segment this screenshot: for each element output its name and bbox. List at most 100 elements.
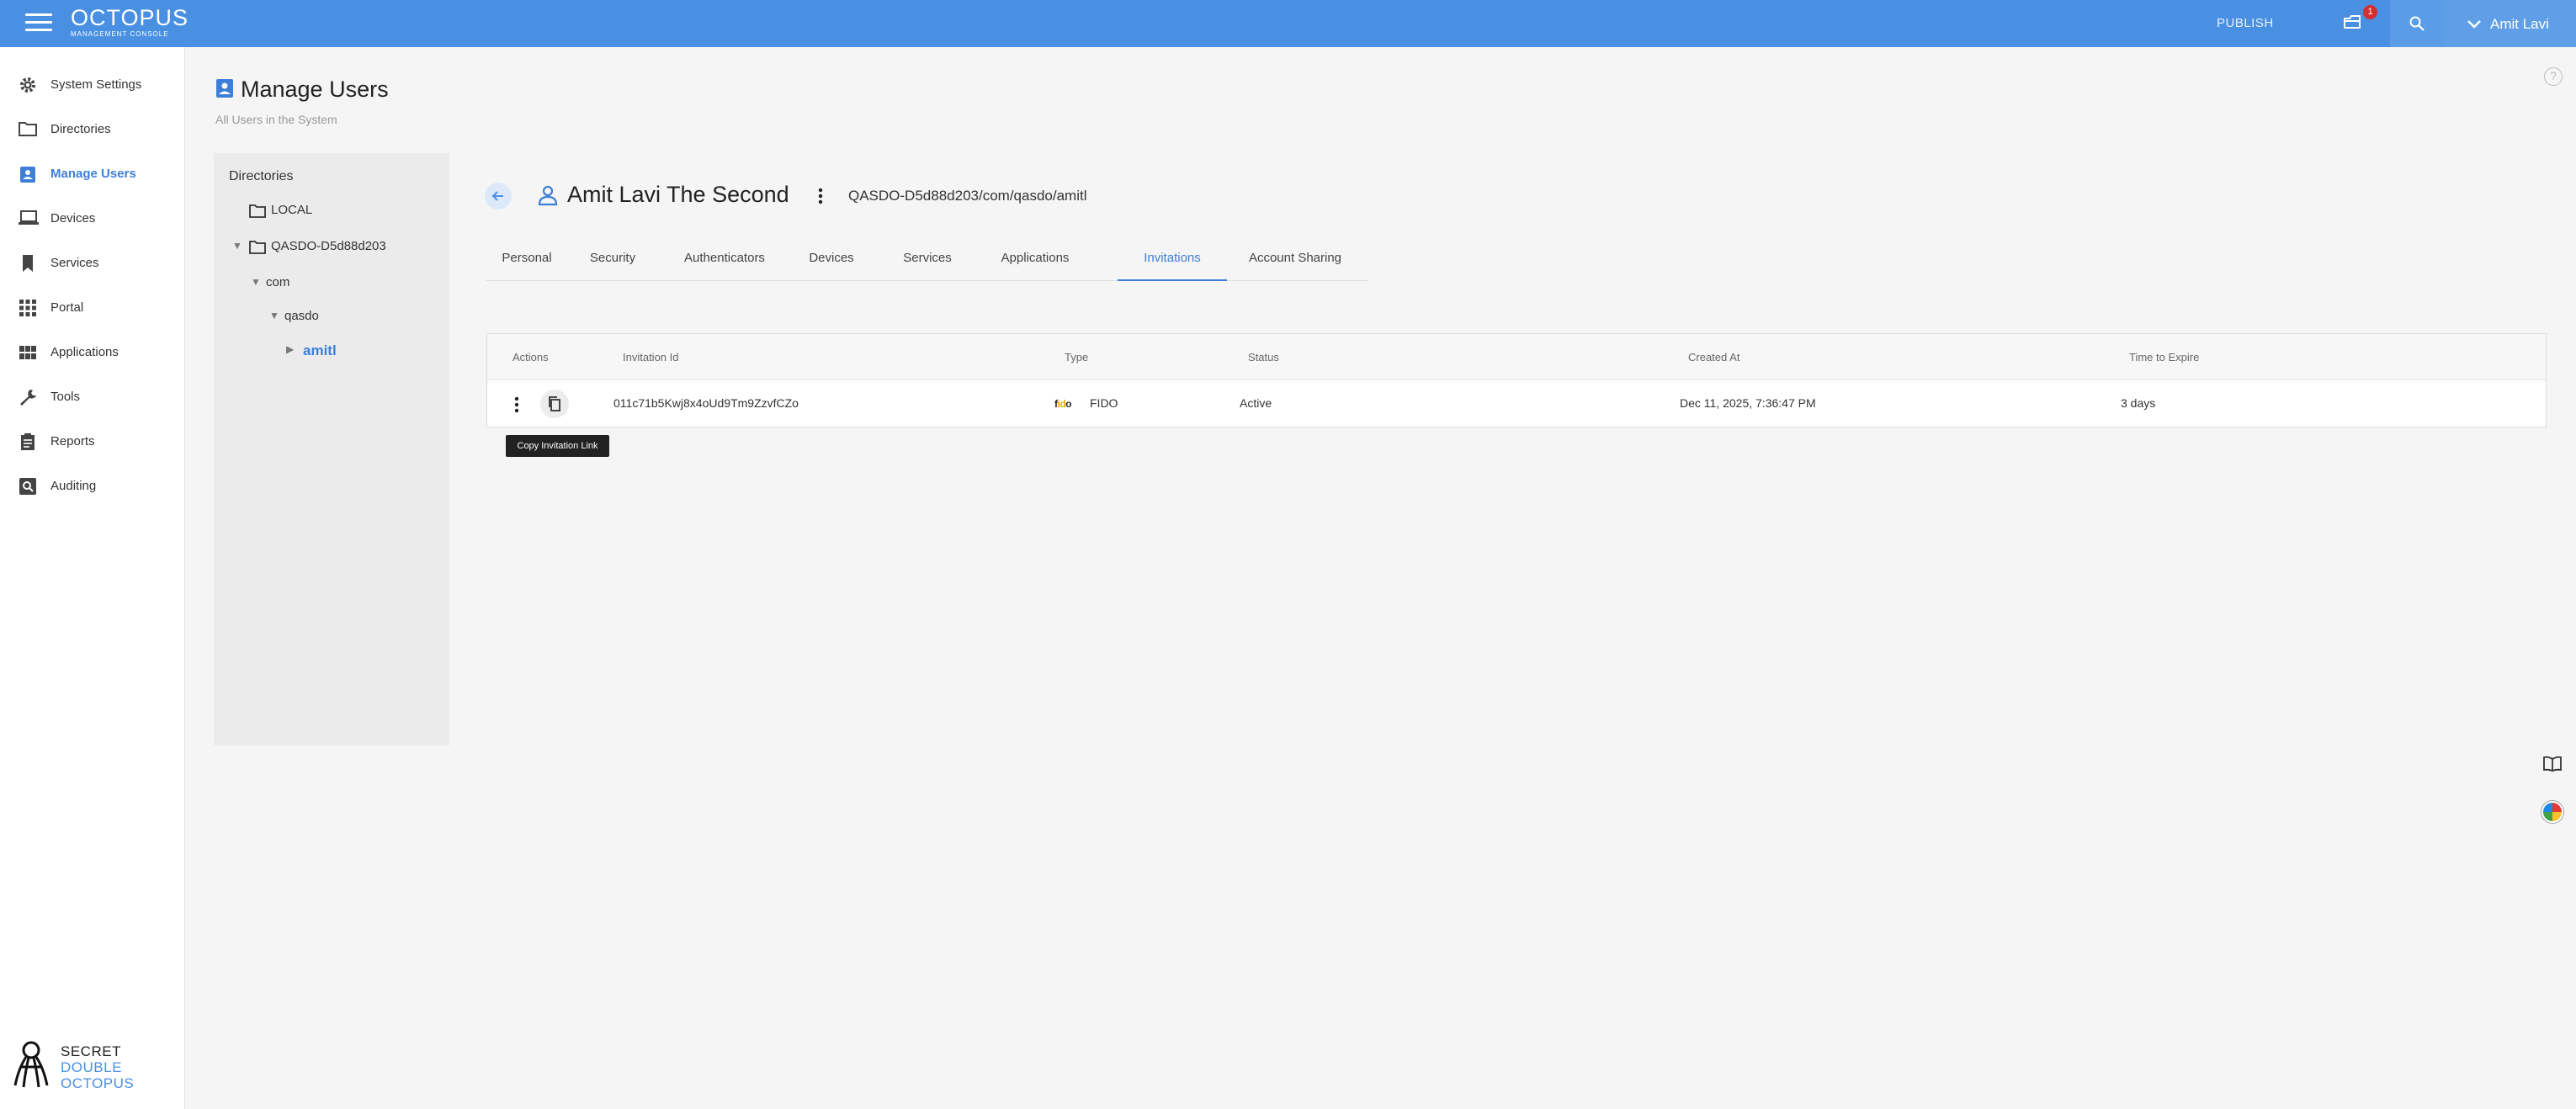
brand-subtitle: MANAGEMENT CONSOLE [71,30,169,38]
invitations-table: Actions Invitation Id Type Status Create… [486,333,2547,427]
expand-down-icon[interactable]: ▼ [232,240,242,252]
sidebar-item-tools[interactable]: Tools [0,375,185,420]
sidebar-item-devices[interactable]: Devices [0,197,185,241]
user-tabs: Personal Security Authenticators Devices… [486,241,1368,281]
secret-double-octopus-logo-icon [13,1041,49,1088]
tab-personal[interactable]: Personal [486,241,567,281]
page-title: Manage Users [241,77,389,102]
user-full-name: Amit Lavi The Second [567,182,789,207]
folder-icon [249,204,266,218]
logo-line-1: SECRET [61,1043,121,1059]
invitation-time-to-expire: 3 days [2121,396,2156,410]
top-bar: OCTOPUS MANAGEMENT CONSOLE PUBLISH 1 Ami… [0,0,2576,47]
notification-badge: 1 [2363,5,2377,19]
sidebar-item-label: Reports [50,434,95,448]
arrow-left-icon [491,191,503,201]
sidebar-item-label: Portal [50,300,84,315]
audit-search-icon [19,478,36,495]
more-vert-icon[interactable] [815,185,826,207]
gear-icon [20,77,35,93]
tree-title: Directories [229,169,294,183]
table-header: Actions Invitation Id Type Status Create… [487,334,2546,380]
tree-node-amitl[interactable]: ▶ amitl [284,340,402,362]
laptop-icon [19,210,39,225]
copy-invitation-link-button[interactable] [540,390,569,418]
user-menu-button[interactable]: Amit Lavi [2444,0,2576,47]
invitation-type: FIDO [1090,396,1118,410]
sidebar-item-applications[interactable]: Applications [0,331,185,375]
book-icon[interactable] [2543,756,2562,772]
wrench-icon [20,390,36,406]
user-badge-icon [20,167,35,183]
tab-security[interactable]: Security [572,241,653,281]
bookmark-icon [23,255,33,272]
tab-authenticators[interactable]: Authenticators [670,241,779,281]
menu-icon[interactable] [25,13,52,34]
column-header-actions[interactable]: Actions [513,351,549,363]
tree-node-label: qasdo [284,309,319,323]
tree-node-qasdo[interactable]: ▼ qasdo [268,306,402,328]
expand-down-icon[interactable]: ▼ [251,276,261,288]
tree-node-label: com [266,275,290,289]
user-directory-path: QASDO-D5d88d203/com/qasdo/amitl [848,188,1087,204]
page-subtitle: All Users in the System [215,113,337,126]
tree-node-local[interactable]: LOCAL [247,200,416,222]
search-icon [2409,16,2425,31]
expand-down-icon[interactable]: ▼ [269,310,279,321]
sidebar-item-label: Directories [50,122,111,136]
apps-icon [19,346,36,359]
back-button[interactable] [485,183,512,210]
chevron-down-icon [2467,20,2481,29]
tree-node-label: QASDO-D5d88d203 [271,239,386,253]
sidebar-item-auditing[interactable]: Auditing [0,464,185,509]
directory-tree: Directories LOCAL ▼ QASDO-D5d88d203 ▼ co… [214,153,449,746]
row-actions-menu-icon[interactable] [509,393,524,417]
table-row: 011c71b5Kwj8x4oUd9Tm9ZzvfCZo fido FIDO A… [487,381,2546,427]
grid-icon [19,300,36,316]
help-icon[interactable]: ? [2544,67,2563,86]
publish-button[interactable]: PUBLISH [2217,16,2274,30]
sidebar-item-label: Tools [50,390,81,404]
copy-icon [549,396,560,411]
tab-devices[interactable]: Devices [789,241,874,281]
logo-line-3: OCTOPUS [61,1075,135,1091]
tree-node-com[interactable]: ▼ com [249,273,401,294]
expand-right-icon[interactable]: ▶ [286,343,294,355]
user-badge-icon [216,79,233,98]
column-header-status[interactable]: Status [1248,351,1279,363]
tooltip: Copy Invitation Link [506,435,609,457]
tree-node-label: LOCAL [271,203,313,217]
search-button[interactable] [2390,0,2444,47]
tab-invitations[interactable]: Invitations [1118,241,1227,281]
folder-icon [249,241,266,254]
brand-wordmark: SECRET DOUBLE OCTOPUS [61,1043,134,1091]
sidebar-item-label: Auditing [50,479,97,493]
tab-account-sharing[interactable]: Account Sharing [1234,241,1357,281]
sidebar-item-label: Manage Users [50,167,136,181]
sidebar-item-portal[interactable]: Portal [0,286,185,331]
sidebar-item-label: Applications [50,345,119,359]
folder-icon [19,122,37,136]
column-header-created-at[interactable]: Created At [1688,351,1739,363]
column-header-type[interactable]: Type [1065,351,1088,363]
tab-services[interactable]: Services [884,241,971,281]
inbox-icon[interactable] [2343,13,2366,35]
column-header-invitation-id[interactable]: Invitation Id [623,351,679,363]
tab-applications[interactable]: Applications [983,241,1087,281]
user-name: Amit Lavi [2490,16,2549,32]
sidebar-item-reports[interactable]: Reports [0,420,185,464]
user-outline-icon [538,185,558,206]
sidebar-item-system-settings[interactable]: System Settings [0,63,185,108]
sidebar-item-label: Services [50,256,99,270]
tree-node-label: amitl [303,342,337,358]
globe-icon[interactable] [2541,801,2563,823]
brand-title: OCTOPUS [71,5,189,30]
clipboard-icon [21,433,35,450]
sidebar-item-manage-users[interactable]: Manage Users [0,152,185,197]
column-header-time-to-expire[interactable]: Time to Expire [2129,351,2199,363]
tree-node-qasdo-directory[interactable]: ▼ QASDO-D5d88d203 [231,236,433,258]
sidebar-item-services[interactable]: Services [0,241,185,286]
sidebar-item-directories[interactable]: Directories [0,108,185,152]
brand-logo[interactable]: OCTOPUS MANAGEMENT CONSOLE [71,7,189,38]
sidebar: System Settings Directories Manage Users… [0,47,185,1109]
